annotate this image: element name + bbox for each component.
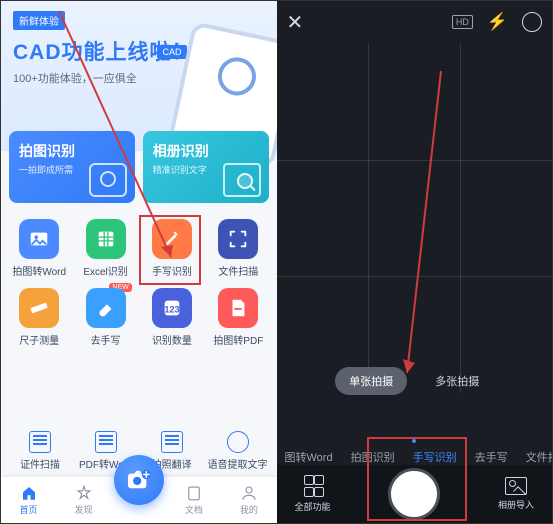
scroll-item[interactable]: 文件扫描 [526, 449, 552, 465]
close-icon[interactable]: ✕ [287, 10, 304, 35]
card-album-recognize[interactable]: 相册识别 精准识别文字 [143, 131, 269, 203]
all-label: 全部功能 [295, 502, 331, 512]
tab-label: 语音提取文字 [208, 460, 268, 471]
tab-label: 证件扫描 [20, 460, 60, 471]
hero-banner[interactable]: 新鲜体验 CAD功能上线啦！ 100+功能体验，一应俱全 CAD [1, 1, 277, 151]
nav-me[interactable]: 我的 [221, 484, 276, 516]
ruler-icon [28, 297, 50, 319]
shot-mode-bar: 单张拍摄 多张拍摄 [277, 367, 553, 395]
grid-icon [95, 228, 117, 250]
feature-scroller[interactable]: 图转Word 拍图识别 手写识别 去手写 文件扫描 [277, 449, 553, 465]
camera-screen: ✕ HD ⚡ 单张拍摄 多张拍摄 图转Word 拍图识别 手写识别 去手写 文件… [277, 1, 553, 523]
grid-icon [304, 475, 322, 497]
feature-label: 拍图转Word [12, 267, 66, 278]
nav-home[interactable]: 首页 [1, 484, 56, 516]
feature-label: 拍图转PDF [213, 336, 263, 347]
translate-icon [161, 431, 183, 453]
discover-icon [75, 484, 93, 502]
tab-id-scan[interactable]: 证件扫描 [7, 425, 73, 477]
gallery-import-button[interactable]: 相册导入 [498, 477, 534, 511]
scroll-item[interactable]: 拍图识别 [351, 449, 395, 465]
camera-topbar: ✕ HD ⚡ [277, 1, 553, 43]
feature-file-scan[interactable]: 文件扫描 [208, 219, 268, 278]
feature-ruler[interactable]: 尺子测量 [9, 288, 69, 347]
svg-text:123: 123 [164, 305, 179, 315]
docs-icon [185, 484, 203, 502]
cad-chip: CAD [157, 45, 186, 59]
nav-label: 发现 [75, 505, 93, 515]
switch-camera-icon[interactable] [522, 12, 542, 32]
hd-icon[interactable]: HD [452, 15, 473, 29]
feature-remove-handwriting[interactable]: NEW 去手写 [75, 288, 135, 347]
pen-icon [161, 228, 183, 250]
viewfinder[interactable] [277, 43, 553, 393]
flash-icon[interactable]: ⚡ [487, 12, 508, 32]
feature-grid: 拍图转Word Excel识别 手写识别 文件扫描 尺子测量 [9, 219, 269, 357]
app-home-screen: 新鲜体验 CAD功能上线啦！ 100+功能体验，一应俱全 CAD 拍图识别 一拍… [1, 1, 277, 523]
scan-icon [227, 228, 249, 250]
mode-single[interactable]: 单张拍摄 [335, 367, 407, 395]
nav-discover[interactable]: 发现 [56, 484, 111, 516]
all-features-button[interactable]: 全部功能 [295, 475, 331, 513]
home-icon [20, 484, 38, 502]
nav-label: 我的 [240, 505, 258, 515]
feature-label: 手写识别 [152, 267, 192, 278]
scroll-item[interactable]: 图转Word [285, 449, 333, 465]
feature-label: 文件扫描 [218, 267, 258, 278]
feature-label: Excel识别 [83, 267, 127, 278]
card-title: 相册识别 [153, 141, 259, 161]
camera-plus-icon [126, 469, 152, 491]
gallery-icon [505, 477, 527, 495]
card-photo-recognize[interactable]: 拍图识别 一拍即成所需 [9, 131, 135, 203]
nav-label: 首页 [20, 505, 38, 515]
feature-handwriting-recognize[interactable]: 手写识别 [142, 219, 202, 278]
tab-voice-extract[interactable]: 语音提取文字 [205, 425, 271, 477]
feature-label: 去手写 [91, 336, 121, 347]
feature-excel-recognize[interactable]: Excel识别 [75, 219, 135, 278]
user-icon [240, 484, 258, 502]
feature-label: 识别数量 [152, 336, 192, 347]
gallery-label: 相册导入 [498, 500, 534, 510]
scroll-item[interactable]: 去手写 [475, 449, 508, 465]
doc-icon [95, 431, 117, 453]
shutter-button[interactable] [388, 468, 440, 520]
mic-icon [227, 431, 249, 453]
feature-photo-to-pdf[interactable]: 拍图转PDF [208, 288, 268, 347]
mode-multi[interactable]: 多张拍摄 [421, 367, 493, 395]
camera-icon [89, 163, 127, 197]
indicator-dot [412, 439, 416, 443]
nav-label: 文档 [185, 505, 203, 515]
image-icon [28, 228, 50, 250]
magnifier-icon [223, 163, 261, 197]
number-icon: 123 [161, 297, 183, 319]
pdf-icon [227, 297, 249, 319]
camera-fab[interactable] [114, 455, 164, 505]
new-badge: 新鲜体验 [13, 11, 65, 30]
nav-docs[interactable]: 文档 [166, 484, 221, 516]
camera-controls: 全部功能 相册导入 [277, 465, 553, 523]
scroll-item-active[interactable]: 手写识别 [413, 449, 457, 465]
card-title: 拍图识别 [19, 141, 125, 161]
eraser-icon [95, 297, 117, 319]
feature-label: 尺子测量 [19, 336, 59, 347]
feature-photo-to-word[interactable]: 拍图转Word [9, 219, 69, 278]
id-icon [29, 431, 51, 453]
feature-count[interactable]: 123 识别数量 [142, 288, 202, 347]
